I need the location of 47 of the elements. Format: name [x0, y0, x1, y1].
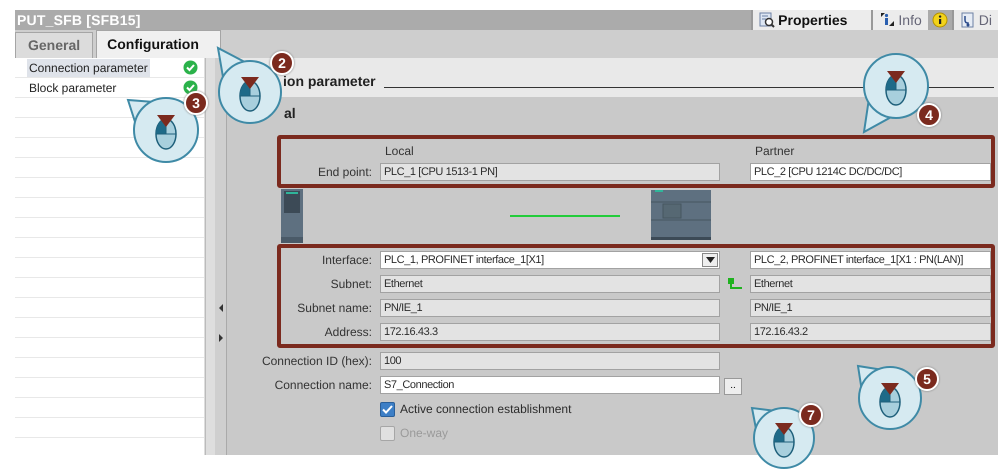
input-field: PLC_1 [CPU 1513-1 PN] — [380, 163, 720, 181]
column-header: Partner — [755, 144, 794, 158]
field-label: Interface: — [322, 253, 372, 267]
scrollbar-track[interactable] — [205, 58, 215, 455]
local-plc-drawing — [281, 189, 303, 243]
field-label: End point: — [318, 165, 372, 179]
option-label: Active connection establishment — [400, 401, 572, 418]
collapse-left-icon — [218, 304, 224, 312]
mouse-callout-icon — [750, 406, 815, 469]
stethoscope-icon — [960, 12, 976, 28]
column-header: Local — [385, 144, 414, 158]
dropdown-field[interactable]: PLC_1, PROFINET interface_1[X1] — [380, 251, 720, 269]
dropdown-caret-icon — [706, 257, 714, 263]
field-label: Connection ID (hex): — [262, 354, 372, 368]
field-label: Connection name: — [274, 378, 372, 392]
magnifier-document-icon — [759, 12, 776, 28]
input-field[interactable]: PLC_2, PROFINET interface_1[X1 : PN(LAN)] — [750, 251, 991, 269]
mouse-callout-icon — [856, 364, 922, 430]
input-field: Ethernet — [380, 275, 720, 293]
nav-item[interactable]: Connection parameter — [27, 58, 150, 76]
subsection-heading: al — [284, 105, 296, 121]
expand-right-icon — [218, 334, 224, 342]
input-field: 100 — [380, 352, 720, 370]
mouse-callout-icon — [126, 97, 199, 163]
checkbox[interactable] — [380, 402, 395, 416]
tab[interactable]: Configuration — [96, 30, 221, 58]
input-field: PN/IE_1 — [750, 299, 991, 317]
info-arrows-icon — [879, 12, 896, 28]
field-label: Address: — [324, 325, 372, 339]
field-label: Subnet name: — [297, 301, 372, 315]
input-field: PN/IE_1 — [380, 299, 720, 317]
inspector-tab[interactable]: Di — [952, 10, 998, 30]
input-field: 172.16.43.2 — [750, 323, 991, 341]
checkmark-icon — [382, 404, 393, 414]
input-field[interactable]: PLC_2 [CPU 1214C DC/DC/DC] — [750, 163, 991, 181]
inspector-tab[interactable]: Info — [871, 10, 928, 30]
inspector-tab[interactable]: Properties — [751, 10, 872, 30]
input-field: Ethernet — [750, 275, 991, 293]
field-label: Subnet: — [330, 277, 372, 291]
panel-title: PUT_SFB [SFB15] — [16, 10, 141, 30]
nav-item[interactable]: Block parameter — [27, 78, 118, 96]
section-heading: ion parameter — [283, 72, 376, 91]
browse-button[interactable]: .. — [724, 378, 742, 395]
input-field: 172.16.43.3 — [380, 323, 720, 341]
partner-plc-drawing — [651, 190, 711, 240]
tab[interactable]: General — [15, 32, 94, 58]
input-field[interactable]: S7_Connection — [380, 376, 720, 394]
